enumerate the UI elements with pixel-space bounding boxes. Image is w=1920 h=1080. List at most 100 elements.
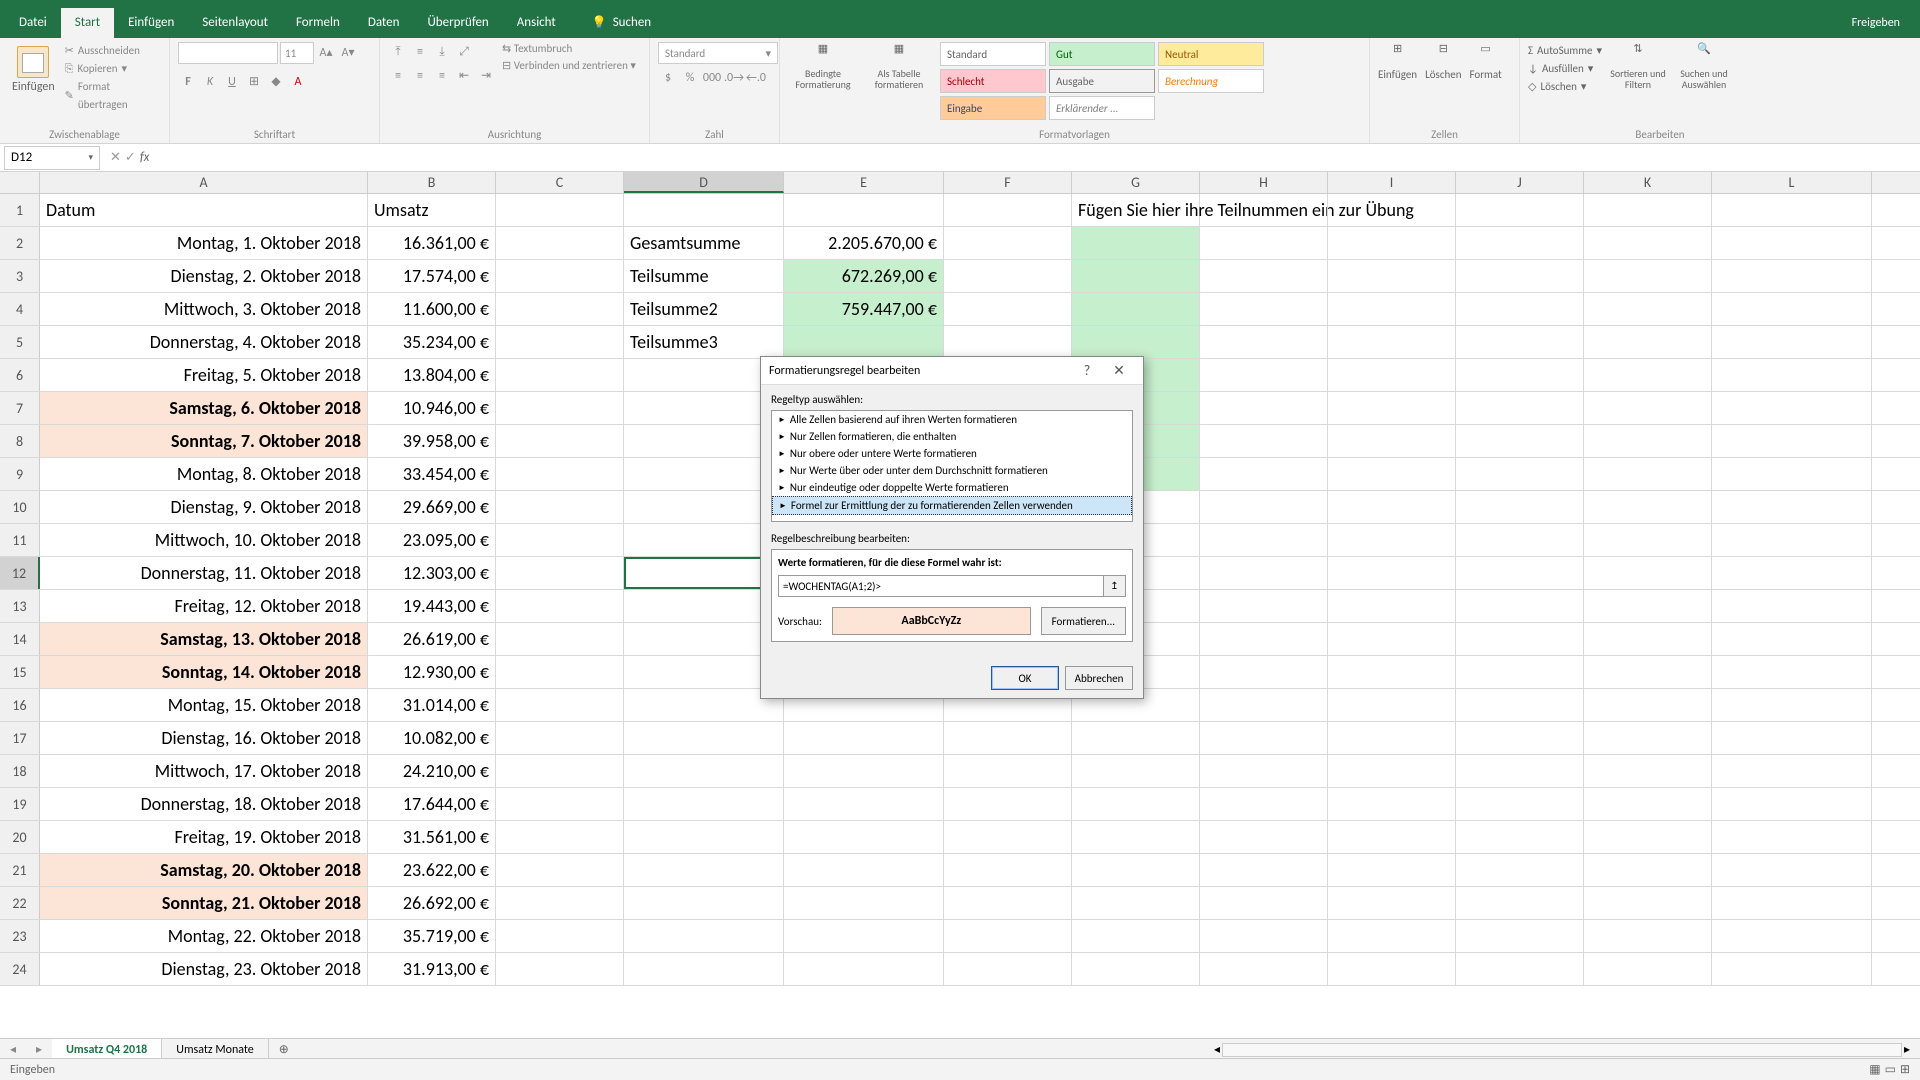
style-good[interactable]: Gut	[1049, 42, 1155, 66]
cell-C3[interactable]	[496, 260, 624, 292]
cell-I3[interactable]	[1328, 260, 1456, 292]
cell-C17[interactable]	[496, 722, 624, 754]
cell-C20[interactable]	[496, 821, 624, 853]
cell-L24[interactable]	[1712, 953, 1872, 985]
cell-I6[interactable]	[1328, 359, 1456, 391]
cell-L2[interactable]	[1712, 227, 1872, 259]
tab-page-layout[interactable]: Seitenlayout	[188, 8, 282, 38]
cell-F18[interactable]	[944, 755, 1072, 787]
cell-E22[interactable]	[784, 887, 944, 919]
cell-C4[interactable]	[496, 293, 624, 325]
cell-J21[interactable]	[1456, 854, 1584, 886]
cell-D4[interactable]: Teilsumme2	[624, 293, 784, 325]
share-button[interactable]: Freigeben	[1852, 16, 1900, 30]
cell-H12[interactable]	[1200, 557, 1328, 589]
cell-C11[interactable]	[496, 524, 624, 556]
cell-C16[interactable]	[496, 689, 624, 721]
row-header[interactable]: 8	[0, 425, 40, 457]
cell-K14[interactable]	[1584, 623, 1712, 655]
format-button[interactable]: Formatieren...	[1041, 607, 1126, 635]
cell-E18[interactable]	[784, 755, 944, 787]
cell-J23[interactable]	[1456, 920, 1584, 952]
cell-I16[interactable]	[1328, 689, 1456, 721]
add-sheet-button[interactable]: ⊕	[269, 1042, 299, 1057]
cell-H8[interactable]	[1200, 425, 1328, 457]
cancel-button[interactable]: Abbrechen	[1065, 666, 1133, 690]
cell-L11[interactable]	[1712, 524, 1872, 556]
cell-F20[interactable]	[944, 821, 1072, 853]
cell-D23[interactable]	[624, 920, 784, 952]
cell-H11[interactable]	[1200, 524, 1328, 556]
tab-tell-me[interactable]: Suchen	[578, 8, 665, 38]
cut-button[interactable]: ✂Ausschneiden	[65, 42, 161, 60]
currency-button[interactable]: $	[658, 68, 678, 88]
cell-E19[interactable]	[784, 788, 944, 820]
cell-F24[interactable]	[944, 953, 1072, 985]
cell-J1[interactable]	[1456, 194, 1584, 226]
cell-B10[interactable]: 29.669,00 €	[368, 491, 496, 523]
cell-B13[interactable]: 19.443,00 €	[368, 590, 496, 622]
cell-K7[interactable]	[1584, 392, 1712, 424]
cell-A22[interactable]: Sonntag, 21. Oktober 2018	[40, 887, 368, 919]
clear-button[interactable]: ◇Löschen ▾	[1528, 78, 1602, 96]
cell-C21[interactable]	[496, 854, 624, 886]
row-header[interactable]: 11	[0, 524, 40, 556]
cell-I8[interactable]	[1328, 425, 1456, 457]
cell-J2[interactable]	[1456, 227, 1584, 259]
accept-formula-button[interactable]: ✓	[125, 150, 136, 165]
cell-L22[interactable]	[1712, 887, 1872, 919]
style-bad[interactable]: Schlecht	[940, 69, 1046, 93]
cell-E1[interactable]	[784, 194, 944, 226]
tab-nav-next[interactable]: ▸	[26, 1042, 52, 1057]
dialog-close-button[interactable]: ✕	[1103, 362, 1135, 379]
cell-D17[interactable]	[624, 722, 784, 754]
cell-D24[interactable]	[624, 953, 784, 985]
cell-D22[interactable]	[624, 887, 784, 919]
cell-H21[interactable]	[1200, 854, 1328, 886]
decrease-indent-button[interactable]: ⇤	[454, 66, 474, 86]
cell-H10[interactable]	[1200, 491, 1328, 523]
cell-I21[interactable]	[1328, 854, 1456, 886]
cell-C5[interactable]	[496, 326, 624, 358]
cell-L23[interactable]	[1712, 920, 1872, 952]
cell-K5[interactable]	[1584, 326, 1712, 358]
cell-I5[interactable]	[1328, 326, 1456, 358]
cell-L4[interactable]	[1712, 293, 1872, 325]
cell-B3[interactable]: 17.574,00 €	[368, 260, 496, 292]
align-right-button[interactable]: ≡	[432, 66, 452, 86]
cell-L5[interactable]	[1712, 326, 1872, 358]
cell-G21[interactable]	[1072, 854, 1200, 886]
cell-L17[interactable]	[1712, 722, 1872, 754]
cell-A7[interactable]: Samstag, 6. Oktober 2018	[40, 392, 368, 424]
view-page-break-button[interactable]: ⊞	[1900, 1062, 1910, 1077]
cell-K1[interactable]	[1584, 194, 1712, 226]
cell-A11[interactable]: Mittwoch, 10. Oktober 2018	[40, 524, 368, 556]
increase-indent-button[interactable]: ⇥	[476, 66, 496, 86]
cell-I4[interactable]	[1328, 293, 1456, 325]
horizontal-scrollbar[interactable]	[1222, 1043, 1902, 1057]
cell-G2[interactable]	[1072, 227, 1200, 259]
cell-J16[interactable]	[1456, 689, 1584, 721]
cell-I23[interactable]	[1328, 920, 1456, 952]
align-center-button[interactable]: ≡	[410, 66, 430, 86]
cell-H24[interactable]	[1200, 953, 1328, 985]
cell-L3[interactable]	[1712, 260, 1872, 292]
tab-formulas[interactable]: Formeln	[282, 8, 354, 38]
cell-E21[interactable]	[784, 854, 944, 886]
cell-J8[interactable]	[1456, 425, 1584, 457]
cell-L15[interactable]	[1712, 656, 1872, 688]
rule-type-item[interactable]: Nur obere oder untere Werte formatieren	[772, 445, 1132, 462]
cell-F21[interactable]	[944, 854, 1072, 886]
cell-B11[interactable]: 23.095,00 €	[368, 524, 496, 556]
cell-G19[interactable]	[1072, 788, 1200, 820]
cell-E5[interactable]	[784, 326, 944, 358]
cell-L12[interactable]	[1712, 557, 1872, 589]
cell-C24[interactable]	[496, 953, 624, 985]
row-header[interactable]: 20	[0, 821, 40, 853]
row-header[interactable]: 12	[0, 557, 40, 589]
format-as-table-button[interactable]: ▦ Als Tabelle formatieren	[864, 42, 934, 90]
cell-K13[interactable]	[1584, 590, 1712, 622]
cell-G24[interactable]	[1072, 953, 1200, 985]
cell-L1[interactable]	[1712, 194, 1872, 226]
cell-J15[interactable]	[1456, 656, 1584, 688]
